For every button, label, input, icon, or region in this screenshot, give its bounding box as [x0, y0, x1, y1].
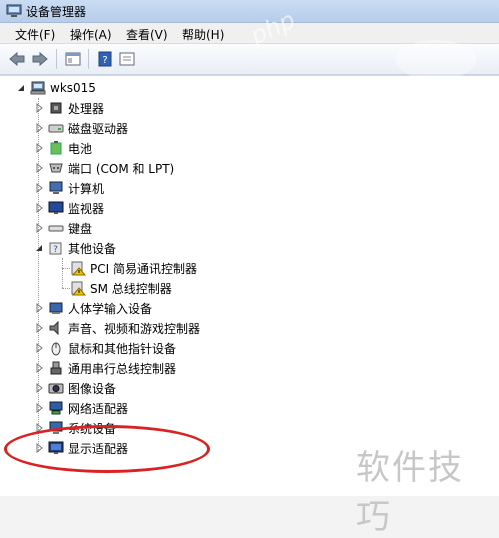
- collapsed-arrow-icon[interactable]: [34, 323, 44, 333]
- tree-item[interactable]: 通用串行总线控制器: [34, 359, 176, 377]
- tree-root[interactable]: wks015: [16, 79, 96, 97]
- root-label: wks015: [50, 81, 96, 95]
- collapsed-arrow-icon[interactable]: [34, 403, 44, 413]
- collapsed-arrow-icon[interactable]: [34, 223, 44, 233]
- item-label: 网络适配器: [68, 401, 129, 416]
- properties-window-icon[interactable]: [64, 50, 82, 68]
- item-label: SM 总线控制器: [90, 281, 172, 296]
- item-label: PCI 简易通讯控制器: [90, 261, 197, 276]
- tree-item[interactable]: 声音、视频和游戏控制器: [34, 319, 200, 337]
- menu-help[interactable]: 帮助(H): [182, 26, 224, 43]
- item-label: 其他设备: [68, 241, 117, 256]
- tree-item[interactable]: 电池: [34, 139, 92, 157]
- port-icon: [49, 163, 63, 173]
- item-label: 电池: [68, 141, 93, 156]
- highlight-ellipse: [4, 425, 210, 473]
- tree-item[interactable]: 磁盘驱动器: [34, 119, 128, 137]
- item-label: 键盘: [68, 221, 93, 236]
- forward-arrow-icon[interactable]: [31, 50, 49, 68]
- expanded-arrow-icon[interactable]: [16, 83, 26, 93]
- collapsed-arrow-icon[interactable]: [34, 303, 44, 313]
- disk-drive-icon: [48, 124, 64, 133]
- svg-text:?: ?: [53, 245, 58, 255]
- tree-child-item[interactable]: PCI 简易通讯控制器: [70, 259, 197, 277]
- hid-icon: [49, 302, 63, 314]
- tree-item[interactable]: 鼠标和其他指针设备: [34, 339, 176, 357]
- toolbar-separator: [88, 49, 89, 69]
- item-label: 计算机: [68, 181, 105, 196]
- menu-view[interactable]: 查看(V): [126, 26, 168, 43]
- window-title: 设备管理器: [26, 5, 87, 19]
- item-label: 磁盘驱动器: [68, 121, 129, 136]
- help-book-icon[interactable]: ?: [96, 50, 114, 68]
- battery-icon: [50, 141, 62, 155]
- watermark-glow: [396, 40, 476, 80]
- device-manager-icon: [6, 4, 22, 17]
- tree-item[interactable]: 处理器: [34, 99, 104, 117]
- collapsed-arrow-icon[interactable]: [34, 143, 44, 153]
- item-label: 声音、视频和游戏控制器: [68, 321, 201, 336]
- back-arrow-icon[interactable]: [8, 50, 26, 68]
- collapsed-arrow-icon[interactable]: [34, 183, 44, 193]
- tree-connector: [62, 288, 70, 289]
- item-label: 端口 (COM 和 LPT): [68, 161, 175, 176]
- warning-device-icon: [71, 261, 86, 276]
- tree-item[interactable]: 图像设备: [34, 379, 116, 397]
- usb-icon: [50, 361, 62, 375]
- tree-item[interactable]: 计算机: [34, 179, 104, 197]
- item-label: 通用串行总线控制器: [68, 361, 177, 376]
- collapsed-arrow-icon[interactable]: [34, 123, 44, 133]
- collapsed-arrow-icon[interactable]: [34, 383, 44, 393]
- keyboard-icon: [48, 225, 64, 232]
- imaging-icon: [48, 383, 64, 394]
- collapsed-arrow-icon[interactable]: [34, 203, 44, 213]
- svg-text:?: ?: [102, 55, 107, 66]
- watermark-brand: 软件技巧: [356, 448, 464, 537]
- tree-item[interactable]: ? 其他设备: [34, 239, 116, 257]
- collapsed-arrow-icon[interactable]: [34, 363, 44, 373]
- monitor-icon: [48, 201, 64, 214]
- processor-icon: [50, 102, 62, 114]
- item-label: 处理器: [68, 101, 105, 116]
- item-label: 监视器: [68, 201, 105, 216]
- computer-icon: [49, 181, 63, 194]
- tree-connector: [62, 258, 63, 288]
- network-icon: [49, 401, 63, 415]
- expanded-arrow-icon[interactable]: [34, 243, 44, 253]
- collapsed-arrow-icon[interactable]: [34, 163, 44, 173]
- other-devices-icon: ?: [49, 242, 62, 255]
- tree-item[interactable]: 网络适配器: [34, 399, 128, 417]
- tree-item[interactable]: 人体学输入设备: [34, 299, 152, 317]
- sound-icon: [49, 320, 59, 336]
- menu-file[interactable]: 文件(F): [15, 26, 55, 43]
- mouse-icon: [51, 342, 61, 356]
- title-bar: 设备管理器: [0, 0, 499, 23]
- computer-root-icon: [30, 81, 46, 95]
- show-hidden-icon[interactable]: [118, 50, 136, 68]
- tree-item[interactable]: 键盘: [34, 219, 92, 237]
- menu-action[interactable]: 操作(A): [70, 26, 112, 43]
- warning-device-icon: [71, 281, 86, 296]
- tree-child-item[interactable]: SM 总线控制器: [70, 279, 172, 297]
- collapsed-arrow-icon[interactable]: [34, 343, 44, 353]
- tree-item[interactable]: 监视器: [34, 199, 104, 217]
- item-label: 鼠标和其他指针设备: [68, 341, 177, 356]
- tree-connector: [62, 268, 70, 269]
- tree-item[interactable]: 端口 (COM 和 LPT): [34, 159, 174, 177]
- item-label: 图像设备: [68, 381, 117, 396]
- item-label: 人体学输入设备: [68, 301, 153, 316]
- collapsed-arrow-icon[interactable]: [34, 103, 44, 113]
- toolbar-separator: [56, 49, 57, 69]
